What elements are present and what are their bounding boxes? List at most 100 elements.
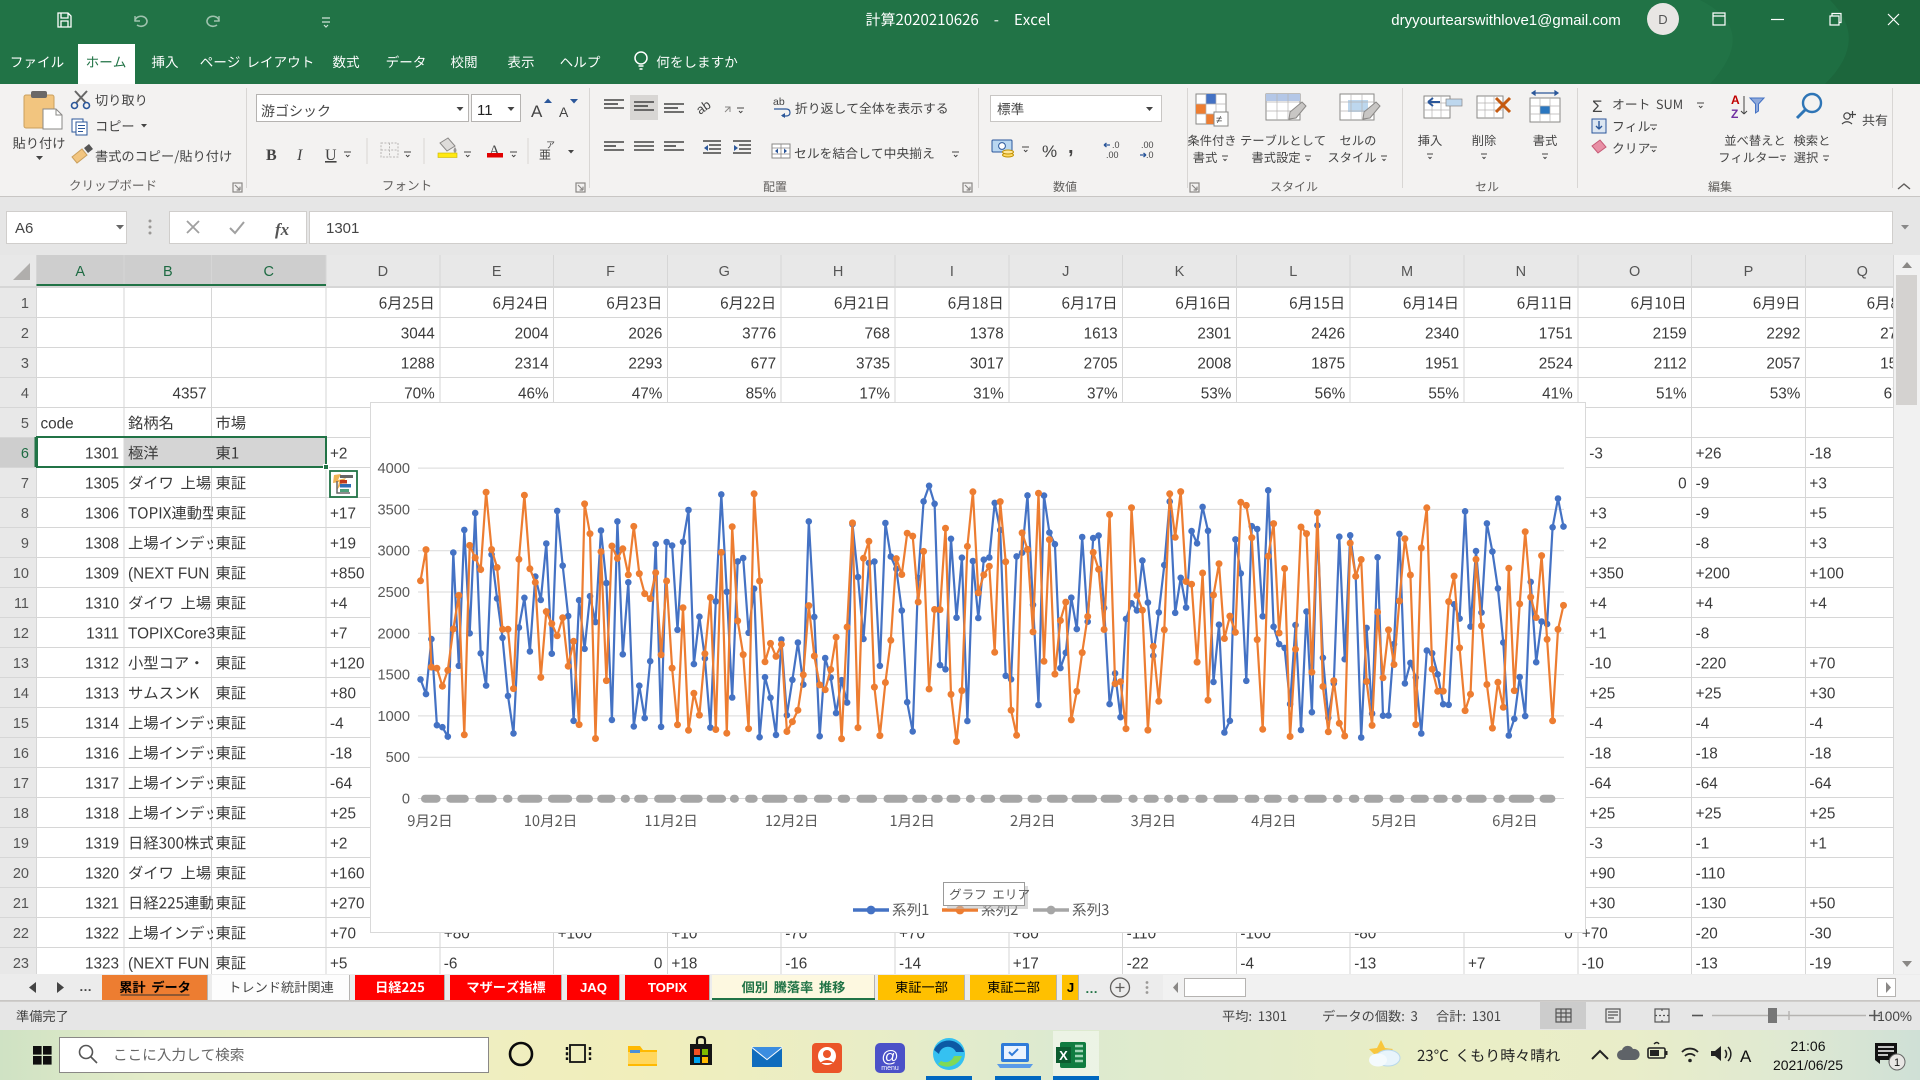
svg-text:F: F bbox=[606, 264, 615, 280]
svg-text:1500: 1500 bbox=[378, 668, 410, 684]
svg-text:-6: -6 bbox=[444, 956, 458, 973]
svg-text:+4: +4 bbox=[1589, 596, 1607, 613]
svg-text:-4: -4 bbox=[1589, 716, 1603, 733]
svg-text:+26: +26 bbox=[1696, 446, 1722, 463]
svg-text:+18: +18 bbox=[671, 956, 697, 973]
svg-text:2705: 2705 bbox=[1084, 356, 1118, 373]
svg-text:-14: -14 bbox=[899, 956, 922, 973]
svg-text:(NEXT FUN: (NEXT FUN bbox=[128, 566, 209, 583]
svg-text:I: I bbox=[950, 264, 954, 280]
svg-text:-16: -16 bbox=[785, 956, 807, 973]
svg-text:500: 500 bbox=[386, 750, 410, 766]
svg-text:41%: 41% bbox=[1542, 386, 1573, 403]
svg-text:2: 2 bbox=[21, 326, 29, 342]
svg-text:2340: 2340 bbox=[1425, 326, 1459, 343]
svg-text:-22: -22 bbox=[1127, 956, 1149, 973]
svg-text:L: L bbox=[1289, 264, 1297, 280]
svg-text:1875: 1875 bbox=[1311, 356, 1345, 373]
svg-text:B: B bbox=[163, 264, 173, 280]
svg-text:2292: 2292 bbox=[1766, 326, 1800, 343]
svg-text:31%: 31% bbox=[973, 386, 1004, 403]
svg-text:-64: -64 bbox=[330, 776, 353, 793]
svg-text:code: code bbox=[41, 416, 74, 433]
svg-text:56%: 56% bbox=[1315, 386, 1346, 403]
svg-text:70%: 70% bbox=[404, 386, 435, 403]
svg-text:-110: -110 bbox=[1696, 866, 1725, 883]
svg-text:+2: +2 bbox=[330, 836, 347, 853]
svg-text:+25: +25 bbox=[1696, 686, 1722, 703]
svg-text:+7: +7 bbox=[1468, 956, 1485, 973]
svg-text:1318: 1318 bbox=[85, 806, 119, 823]
svg-text:3735: 3735 bbox=[856, 356, 890, 373]
svg-text:7: 7 bbox=[21, 476, 29, 492]
svg-text:1309: 1309 bbox=[85, 566, 119, 583]
svg-text:+25: +25 bbox=[1589, 686, 1615, 703]
svg-text:1320: 1320 bbox=[85, 866, 119, 883]
svg-text:37%: 37% bbox=[1087, 386, 1118, 403]
svg-text:C: C bbox=[264, 264, 274, 280]
svg-text:3500: 3500 bbox=[378, 502, 410, 518]
svg-text:4357: 4357 bbox=[172, 386, 206, 403]
svg-text:1321: 1321 bbox=[85, 896, 119, 913]
svg-text:-4: -4 bbox=[1809, 716, 1823, 733]
svg-text:1951: 1951 bbox=[1425, 356, 1459, 373]
svg-text:-3: -3 bbox=[1589, 836, 1603, 853]
svg-text:TOPIXCore3: TOPIXCore3 bbox=[128, 626, 215, 643]
svg-text:+5: +5 bbox=[1809, 506, 1826, 523]
svg-text:1313: 1313 bbox=[85, 686, 119, 703]
svg-text:11: 11 bbox=[14, 596, 29, 612]
svg-text:5: 5 bbox=[21, 416, 29, 432]
svg-text:18: 18 bbox=[13, 806, 29, 822]
svg-text:2301: 2301 bbox=[1197, 326, 1231, 343]
svg-text:768: 768 bbox=[864, 326, 890, 343]
svg-text:23: 23 bbox=[13, 956, 29, 972]
svg-text:+70: +70 bbox=[330, 926, 356, 943]
svg-text:-8: -8 bbox=[1696, 536, 1710, 553]
svg-text:-1: -1 bbox=[1696, 836, 1710, 853]
svg-text:+25: +25 bbox=[1696, 806, 1722, 823]
svg-text:+3: +3 bbox=[1809, 476, 1826, 493]
svg-text:3017: 3017 bbox=[970, 356, 1004, 373]
svg-text:-64: -64 bbox=[1696, 776, 1719, 793]
svg-text:2500: 2500 bbox=[378, 585, 410, 601]
svg-text:3000: 3000 bbox=[378, 544, 410, 560]
svg-text:8: 8 bbox=[21, 506, 29, 522]
svg-text:D: D bbox=[378, 264, 388, 280]
svg-text:-4: -4 bbox=[330, 716, 344, 733]
svg-text:1323: 1323 bbox=[85, 956, 119, 973]
svg-text:19: 19 bbox=[13, 836, 29, 852]
svg-text:+30: +30 bbox=[1589, 896, 1615, 913]
svg-text:(NEXT FUN: (NEXT FUN bbox=[128, 956, 209, 973]
svg-text:+50: +50 bbox=[1809, 896, 1835, 913]
svg-text:2008: 2008 bbox=[1197, 356, 1231, 373]
svg-text:21: 21 bbox=[13, 896, 29, 912]
svg-text:53%: 53% bbox=[1770, 386, 1801, 403]
svg-text:M: M bbox=[1401, 264, 1413, 280]
svg-text:1301: 1301 bbox=[85, 446, 119, 463]
svg-text:1: 1 bbox=[21, 296, 29, 312]
svg-text:2057: 2057 bbox=[1766, 356, 1800, 373]
svg-text:+25: +25 bbox=[1589, 806, 1615, 823]
svg-text:1310: 1310 bbox=[85, 596, 119, 613]
svg-text:13: 13 bbox=[13, 656, 29, 672]
svg-text:+4: +4 bbox=[1809, 596, 1827, 613]
svg-text:1000: 1000 bbox=[378, 709, 410, 725]
svg-text:+17: +17 bbox=[1013, 956, 1039, 973]
svg-text:+70: +70 bbox=[1809, 656, 1835, 673]
svg-text:+4: +4 bbox=[330, 596, 348, 613]
svg-text:Q: Q bbox=[1857, 264, 1868, 280]
svg-text:1317: 1317 bbox=[85, 776, 119, 793]
svg-text:+1: +1 bbox=[1589, 626, 1606, 643]
svg-text:55%: 55% bbox=[1428, 386, 1459, 403]
svg-text:1316: 1316 bbox=[85, 746, 119, 763]
svg-text:P: P bbox=[1744, 264, 1754, 280]
svg-text:-13: -13 bbox=[1696, 956, 1718, 973]
svg-text:1322: 1322 bbox=[85, 926, 119, 943]
svg-text:2026: 2026 bbox=[628, 326, 662, 343]
svg-text:6: 6 bbox=[21, 446, 29, 462]
svg-text:+17: +17 bbox=[330, 506, 356, 523]
svg-text:N: N bbox=[1516, 264, 1526, 280]
svg-text:-4: -4 bbox=[1696, 716, 1710, 733]
svg-text:+1: +1 bbox=[1809, 836, 1826, 853]
svg-text:-9: -9 bbox=[1696, 506, 1710, 523]
